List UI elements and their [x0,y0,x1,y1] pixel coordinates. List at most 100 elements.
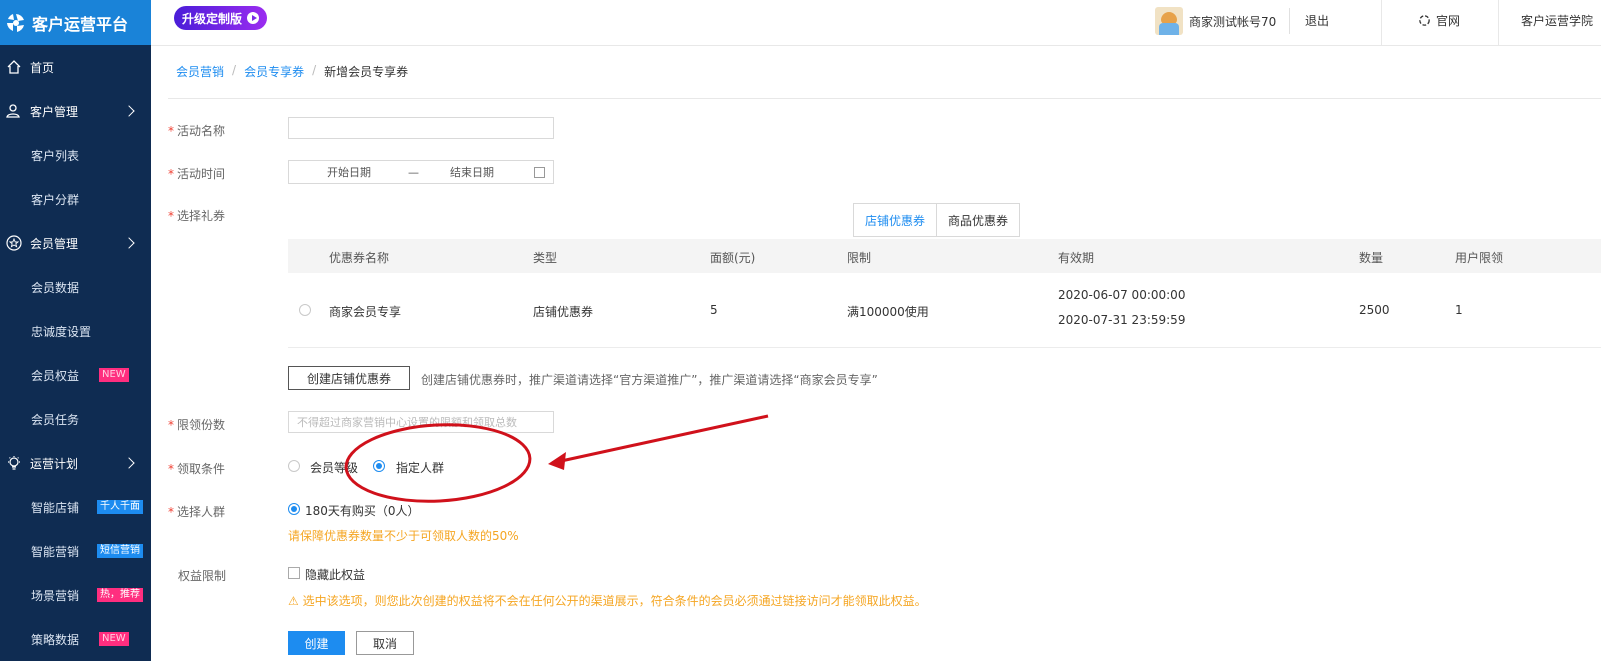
radio-label-specified-audience: 指定人群 [396,461,445,475]
sidebar-item-smart-store[interactable]: 智能店铺 千人千面 [0,485,151,529]
label-text: 选择礼券 [177,209,226,223]
sidebar-item-label: 场景营销 [31,588,80,603]
chevron-right-icon [123,105,135,117]
coupon-type-tabs: 店铺优惠券 商品优惠券 [853,203,1021,237]
sidebar-item-member-benefits[interactable]: 会员权益 NEW [0,353,151,397]
column-header: 面额(元) [710,251,756,265]
sidebar-item-label: 智能店铺 [31,500,80,515]
tab-store-coupon[interactable]: 店铺优惠券 [853,203,938,237]
hide-rights-checkbox[interactable] [288,567,300,579]
chevron-right-icon [123,237,135,249]
account-menu[interactable]: 商家测试帐号70 [1155,6,1276,36]
coupon-type: 店铺优惠券 [533,305,594,319]
avatar [1155,7,1183,35]
sidebar-item-scene-marketing[interactable]: 场景营销 热，推荐 [0,573,151,617]
top-header: 升级定制版 商家测试帐号70 退出 官网 客户运营学院 [151,0,1601,46]
activity-name-input[interactable] [288,117,554,139]
column-header: 限制 [847,251,872,265]
feature-badge: 千人千面 [97,500,143,514]
home-icon [7,60,21,74]
sidebar-item-customer-list[interactable]: 客户列表 [0,133,151,177]
coupon-quantity: 2500 [1359,303,1390,317]
sidebar-item-label: 首页 [30,60,55,75]
sidebar-item-member-data[interactable]: 会员数据 [0,265,151,309]
required-mark: * [168,462,174,476]
upgrade-button[interactable]: 升级定制版 [174,6,268,30]
sidebar-item-label: 会员管理 [30,236,79,251]
date-range-picker[interactable]: 开始日期 — 结束日期 [288,160,554,184]
coupon-limit: 满100000使用 [847,305,929,319]
sidebar-item-customer-management[interactable]: 客户管理 [0,89,151,133]
row-select-radio[interactable] [299,304,311,316]
limit-count-label: * 限领份数 [168,416,225,433]
label-text: 限领份数 [177,418,226,432]
select-coupon-label: * 选择礼券 [168,207,225,224]
calendar-icon[interactable] [534,167,545,178]
breadcrumb-separator: / [232,63,237,77]
sidebar-item-customer-segments[interactable]: 客户分群 [0,177,151,221]
sidebar-item-label: 策略数据 [31,632,80,647]
sidebar-item-smart-marketing[interactable]: 智能营销 短信营销 [0,529,151,573]
create-store-coupon-button[interactable]: 创建店铺优惠券 [288,366,410,390]
header-divider [1498,0,1499,45]
limit-count-input[interactable]: 不得超过商家营销中心设置的限额和领取总数 [288,411,554,433]
cancel-button[interactable]: 取消 [356,631,414,655]
annotation-arrow-head [548,452,566,470]
required-mark: * [168,124,174,138]
required-mark: * [168,418,174,432]
breadcrumb-member-marketing[interactable]: 会员营销 [176,63,224,80]
sidebar-item-label: 会员任务 [31,412,80,427]
official-site-link[interactable]: 官网 [1418,12,1460,29]
new-badge: NEW [99,368,129,382]
radio-member-level[interactable] [288,460,300,472]
sidebar-item-label: 客户分群 [31,192,80,207]
breadcrumb-member-coupons[interactable]: 会员专享券 [244,63,304,80]
label-text: 活动名称 [177,124,226,138]
sidebar-item-home[interactable]: 首页 [0,45,151,89]
required-mark: * [168,167,174,181]
breadcrumb: 会员营销 / 会员专享券 / 新增会员专享券 [176,63,408,80]
condition-label: * 领取条件 [168,460,225,477]
app-logo[interactable]: 客户运营平台 [0,0,151,45]
audience-label: * 选择人群 [168,503,225,520]
radio-audience-180d[interactable] [288,503,300,515]
end-date-input[interactable]: 结束日期 [450,164,494,180]
sidebar-item-loyalty-settings[interactable]: 忠诚度设置 [0,309,151,353]
sidebar-item-label: 客户列表 [31,148,80,163]
table-row[interactable]: 商家会员专享 店铺优惠券 5 满100000使用 2020-06-07 00:0… [288,273,1601,348]
range-separator: — [408,165,419,179]
hide-rights-label: 隐藏此权益 [305,568,366,582]
new-badge: NEW [99,632,129,646]
annotation-arrow-shaft [551,414,769,465]
sidebar-item-operation-plan[interactable]: 运营计划 [0,441,151,485]
sidebar-item-member-management[interactable]: 会员管理 [0,221,151,265]
sidebar-item-strategy-data[interactable]: 策略数据 NEW [0,617,151,661]
start-date-input[interactable]: 开始日期 [327,164,371,180]
user-limit: 1 [1455,303,1463,317]
column-header: 用户限领 [1455,251,1504,265]
pinwheel-icon [1419,15,1430,26]
valid-to: 2020-07-31 23:59:59 [1058,313,1186,327]
header-divider [1381,0,1382,45]
coupon-name: 商家会员专享 [329,305,402,319]
academy-link[interactable]: 客户运营学院 [1521,12,1593,29]
column-header: 类型 [533,251,558,265]
play-circle-icon [247,12,260,24]
create-coupon-hint: 创建店铺优惠券时，推广渠道请选择“官方渠道推广”，推广渠道请选择“商家会员专享” [421,373,878,387]
column-header: 优惠券名称 [329,251,390,265]
upgrade-label: 升级定制版 [182,11,243,26]
label-text: 权益限制 [178,569,227,583]
coupon-amount: 5 [710,303,718,317]
tab-product-coupon[interactable]: 商品优惠券 [937,203,1021,237]
sidebar-item-label: 会员数据 [31,280,80,295]
user-icon [6,104,20,118]
audience-option-label: 180天有购买（0人） [305,504,420,518]
feature-badge: 短信营销 [97,544,143,558]
create-button[interactable]: 创建 [288,631,345,655]
hide-rights-warning: ⚠ 选中该选项，则您此次创建的权益将不会在任何公开的渠道展示，符合条件的会员必须… [288,594,927,608]
logout-link[interactable]: 退出 [1305,12,1329,29]
required-mark: * [168,209,174,223]
radio-specified-audience[interactable] [373,460,385,472]
radio-label-member-level: 会员等级 [310,461,359,475]
sidebar-item-member-tasks[interactable]: 会员任务 [0,397,151,441]
